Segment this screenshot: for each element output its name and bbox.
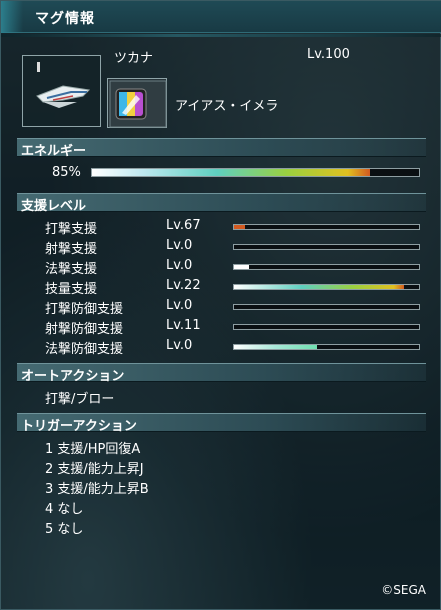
support-level: Lv.22: [166, 278, 201, 293]
support-label: 法撃防御支援: [45, 342, 124, 357]
support-bar-fill: [234, 265, 249, 269]
mag-info-panel: マグ情報 ツカナ Lv.100 アイアス・イメラ エネルギー 85% 支援レベル…: [0, 0, 441, 610]
support-level: Lv.0: [166, 238, 193, 253]
support-level: Lv.11: [166, 318, 201, 333]
support-bar: [233, 224, 420, 230]
support-bar-fill: [234, 345, 318, 349]
section-energy-title: エネルギー: [21, 144, 87, 159]
trigger-action-item: 5 なし: [45, 522, 84, 537]
support-bar: [233, 244, 420, 250]
title-bar: マグ情報: [1, 1, 441, 33]
trigger-action-item: 3 支援/能力上昇B: [45, 482, 149, 497]
support-level: Lv.0: [166, 258, 193, 273]
support-label: 打撃支援: [45, 222, 98, 237]
section-support-level-title: 支援レベル: [21, 199, 87, 214]
photon-blast-name: アイアス・イメラ: [175, 99, 279, 114]
mag-level: Lv.100: [307, 47, 350, 62]
support-bar: [233, 324, 420, 330]
support-level: Lv.67: [166, 218, 201, 233]
mag-name: ツカナ: [114, 51, 154, 66]
energy-percent: 85%: [52, 165, 81, 180]
section-trigger-action: トリガーアクション: [17, 413, 426, 434]
title-accent: [1, 1, 23, 33]
section-support-level: 支援レベル: [17, 193, 426, 214]
section-auto-action-title: オートアクション: [21, 369, 125, 384]
support-bar-fill: [234, 225, 246, 229]
support-bar-fill: [234, 285, 405, 289]
section-trigger-action-title: トリガーアクション: [21, 419, 137, 434]
energy-bar: [91, 168, 420, 177]
support-bar: [233, 284, 420, 290]
support-bar: [233, 344, 420, 350]
trigger-action-item: 2 支援/能力上昇J: [45, 462, 144, 477]
title-divider: [1, 34, 441, 37]
support-label: 射撃防御支援: [45, 322, 124, 337]
support-label: 射撃支援: [45, 242, 98, 257]
support-label: 法撃支援: [45, 262, 98, 277]
support-bar: [233, 264, 420, 270]
trigger-action-item: 1 支援/HP回復A: [45, 442, 141, 457]
support-level: Lv.0: [166, 298, 193, 313]
mag-bird-icon: [22, 55, 101, 127]
support-bar: [233, 304, 420, 310]
copyright-text: ©SEGA: [381, 583, 426, 597]
support-label: 打撃防御支援: [45, 302, 124, 317]
section-energy: エネルギー: [17, 138, 426, 159]
support-level: Lv.0: [166, 338, 193, 353]
section-auto-action: オートアクション: [17, 363, 426, 384]
support-label: 技量支援: [45, 282, 98, 297]
photon-blast-icon: [107, 78, 167, 128]
trigger-action-item: 4 なし: [45, 502, 84, 517]
energy-bar-fill: [92, 169, 370, 176]
window-title: マグ情報: [35, 11, 95, 27]
auto-action-value: 打撃/ブロー: [45, 392, 115, 407]
